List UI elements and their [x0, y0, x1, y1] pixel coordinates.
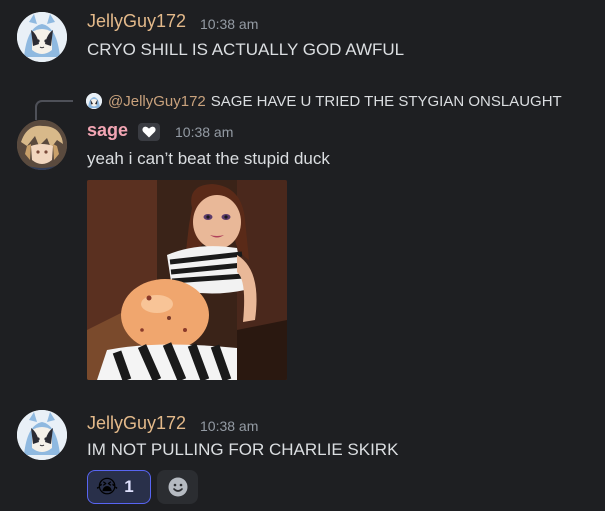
heart-icon	[142, 126, 156, 138]
sage-avatar-icon	[17, 120, 67, 170]
message-text: CRYO SHILL IS ACTUALLY GOD AWFUL	[87, 40, 405, 59]
avatar[interactable]	[17, 120, 67, 170]
reply-preview[interactable]: @JellyGuy172 SAGE HAVE U TRIED THE STYGI…	[86, 90, 562, 112]
jelly-avatar-icon	[86, 93, 102, 109]
add-reaction-button[interactable]	[157, 470, 198, 504]
message-text: IM NOT PULLING FOR CHARLIE SKIRK	[87, 440, 399, 459]
avatar[interactable]	[17, 12, 67, 62]
author-name[interactable]: JellyGuy172	[87, 11, 186, 32]
loudly-crying-face-icon: 😭	[96, 476, 119, 498]
reaction-count: 1	[124, 477, 134, 496]
doll-photo	[87, 180, 287, 380]
role-badge[interactable]	[138, 123, 160, 141]
image-attachment[interactable]	[87, 180, 287, 380]
reply-avatar	[86, 93, 102, 109]
smiley-icon	[168, 477, 187, 497]
reply-connector	[35, 100, 73, 120]
avatar[interactable]	[17, 410, 67, 460]
author-name[interactable]: sage	[87, 120, 128, 141]
message-text: yeah i can’t beat the stupid duck	[87, 149, 330, 168]
timestamp: 10:38 am	[200, 418, 259, 434]
jelly-avatar-icon	[17, 410, 67, 460]
timestamp: 10:38 am	[200, 16, 259, 32]
author-name[interactable]: JellyGuy172	[87, 413, 186, 434]
jelly-avatar-icon	[17, 12, 67, 62]
timestamp: 10:38 am	[175, 124, 234, 140]
reply-mention[interactable]: @JellyGuy172	[108, 93, 206, 110]
reply-text[interactable]: SAGE HAVE U TRIED THE STYGIAN ONSLAUGHT	[211, 93, 562, 110]
reaction-chip[interactable]: 😭 1	[87, 470, 151, 504]
